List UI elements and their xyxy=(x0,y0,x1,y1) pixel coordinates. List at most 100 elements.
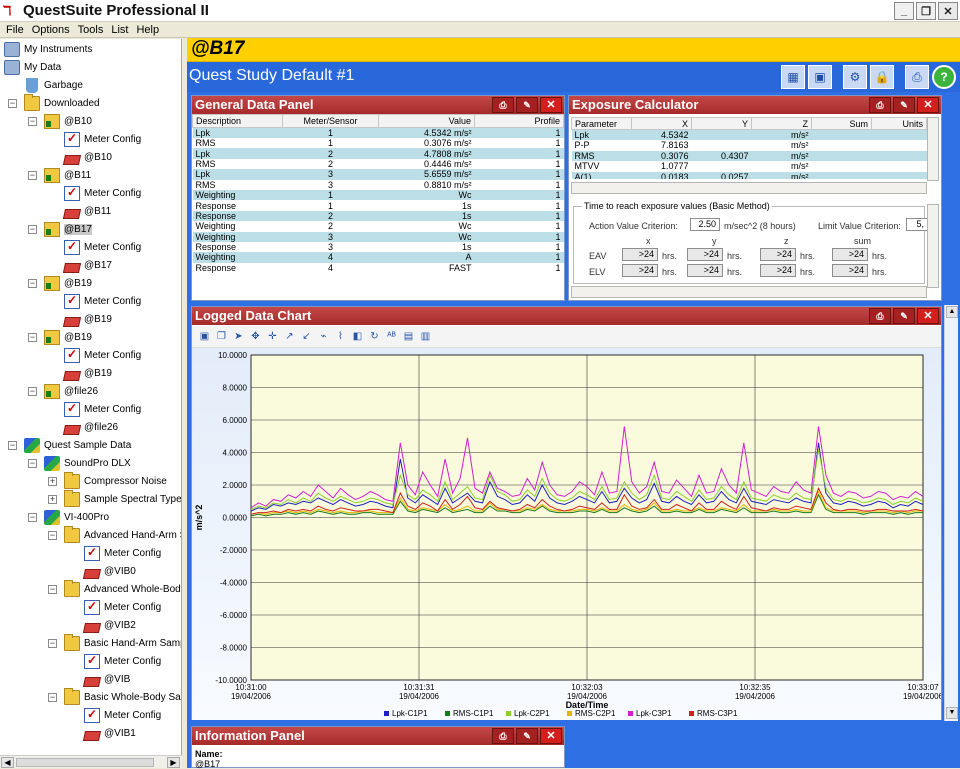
tree-node[interactable]: @B11 xyxy=(62,202,111,220)
exposure-table-vscroll[interactable] xyxy=(927,117,939,181)
panel-close-button[interactable]: ✕ xyxy=(917,308,939,324)
table-row[interactable]: Response 4 FAST 1 xyxy=(193,263,564,273)
exposure-group-vscroll[interactable] xyxy=(927,204,939,288)
table-row[interactable]: Weighting 1 Wc 1 xyxy=(192,189,564,201)
menu-tools[interactable]: Tools xyxy=(78,24,104,36)
tree-node[interactable]: Compressor Noise xyxy=(64,471,167,490)
tree-node[interactable]: Meter Config xyxy=(64,346,141,364)
panel-close-button[interactable]: ✕ xyxy=(917,97,939,113)
tree-node[interactable]: Meter Config xyxy=(84,706,161,724)
settings-icon[interactable]: ⚙ xyxy=(843,65,867,89)
navigation-tree[interactable]: My Instruments My Data Garbage Downloaded − @… xyxy=(0,39,182,755)
tree-node[interactable]: @B10 xyxy=(62,148,112,166)
label-icon[interactable]: ᴬᴮ xyxy=(385,330,398,343)
panel-close-button[interactable]: ✕ xyxy=(540,97,562,113)
column-header[interactable]: X xyxy=(631,117,692,130)
tree-node[interactable]: @B17 xyxy=(62,256,112,274)
refresh-icon[interactable]: ↻ xyxy=(368,330,381,343)
table-row[interactable]: Weighting 3 Wc 1 xyxy=(192,231,564,242)
column-header[interactable]: Y xyxy=(691,117,752,130)
column-header[interactable]: Sum xyxy=(811,117,872,130)
column-header[interactable]: Units xyxy=(871,117,927,130)
tree-node[interactable]: Sample Spectral Type 2 Da xyxy=(64,489,181,508)
close-window-button[interactable]: ✕ xyxy=(938,2,958,20)
column-header[interactable]: Value xyxy=(378,114,475,128)
panel-print-button[interactable]: ⎙ xyxy=(492,97,514,113)
tree-node[interactable]: @VIB xyxy=(82,670,130,688)
table-row[interactable]: RMS 1 0.3076 m/s² 1 xyxy=(193,138,564,148)
tree-node[interactable]: @file26 xyxy=(62,418,118,436)
expand-icon[interactable]: + xyxy=(48,477,57,486)
collapse-icon[interactable]: − xyxy=(48,693,57,702)
save-icon[interactable]: ▣ xyxy=(198,330,211,343)
tree-node[interactable]: Meter Config xyxy=(64,292,141,310)
tree-node[interactable]: @B17 xyxy=(44,220,92,238)
pointer-icon[interactable]: ➤ xyxy=(232,330,245,343)
print-icon[interactable]: ⎙ xyxy=(905,65,929,89)
panel-print-button[interactable]: ⎙ xyxy=(869,97,891,113)
tree-node[interactable]: Meter Config xyxy=(64,238,141,256)
table-row[interactable]: Response 1 1s 1 xyxy=(193,200,564,211)
column-header[interactable]: Meter/Sensor xyxy=(282,114,379,128)
scroll-down-button[interactable]: ▼ xyxy=(946,707,958,719)
panel-edit-button[interactable]: ✎ xyxy=(893,97,915,113)
expand-icon[interactable]: + xyxy=(48,495,57,504)
zoom-icon[interactable]: ↗ xyxy=(283,330,296,343)
axis-scale-icon[interactable]: ⌁ xyxy=(317,330,330,343)
lock-icon[interactable]: 🔒 xyxy=(870,65,894,89)
logged-data-chart[interactable]: 10.0000 8.0000 6.0000 4.0000 2.0000 0.0000 -2.… xyxy=(192,348,944,720)
tree-node[interactable]: Meter Config xyxy=(64,184,141,202)
tree-node[interactable]: @B19 xyxy=(62,364,112,382)
tree-node[interactable]: Advanced Hand-Arm Samp xyxy=(64,525,181,544)
tree-node[interactable]: My Instruments xyxy=(4,40,92,58)
export-icon[interactable]: ◧ xyxy=(351,330,364,343)
new-panel-icon[interactable]: ▦ xyxy=(781,65,805,89)
tree-node[interactable]: @B19 xyxy=(44,274,92,292)
panel-edit-button[interactable]: ✎ xyxy=(516,97,538,113)
tree-node[interactable]: Basic Hand-Arm Sample xyxy=(64,633,181,652)
tree-node[interactable]: Advanced Whole-Body Sa xyxy=(64,579,181,598)
properties-icon[interactable]: ▤ xyxy=(402,330,415,343)
panel-edit-button[interactable]: ✎ xyxy=(893,308,915,324)
collapse-icon[interactable]: − xyxy=(28,225,37,234)
column-header[interactable]: Z xyxy=(751,117,812,130)
layout-icon[interactable]: ▣ xyxy=(808,65,832,89)
panel-close-button[interactable]: ✕ xyxy=(540,728,562,744)
menu-options[interactable]: Options xyxy=(32,24,70,36)
exposure-group-hscroll[interactable] xyxy=(571,286,927,298)
tree-node[interactable]: SoundPro DLX xyxy=(44,454,131,472)
collapse-icon[interactable]: − xyxy=(28,333,37,342)
tree-node[interactable]: @file26 xyxy=(44,382,98,400)
table-row[interactable]: Lpk 1 4.5342 m/s² 1 xyxy=(192,127,564,138)
table-row[interactable]: Lpk 2 4.7808 m/s² 1 xyxy=(192,148,564,159)
maximize-button[interactable]: ❐ xyxy=(916,2,936,20)
tree-node[interactable]: Meter Config xyxy=(84,544,161,562)
collapse-icon[interactable]: − xyxy=(28,279,37,288)
menu-help[interactable]: Help xyxy=(136,24,159,36)
tree-node[interactable]: @VIB0 xyxy=(82,562,136,580)
collapse-icon[interactable]: − xyxy=(48,585,57,594)
table-row[interactable]: Response 2 1s 1 xyxy=(192,210,564,222)
tree-horizontal-scrollbar[interactable]: ◀ ▶ xyxy=(0,755,182,768)
main-vertical-scrollbar[interactable]: ▲ ▼ xyxy=(944,305,958,721)
panel-print-button[interactable]: ⎙ xyxy=(869,308,891,324)
tree-node[interactable]: @VIB2 xyxy=(82,616,136,634)
collapse-icon[interactable]: − xyxy=(28,513,37,522)
tree-node[interactable]: @B19 xyxy=(44,328,92,346)
collapse-icon[interactable]: − xyxy=(28,171,37,180)
scroll-right-button[interactable]: ▶ xyxy=(167,757,180,768)
tree-node[interactable]: Garbage xyxy=(24,76,83,94)
tree-node[interactable]: Meter Config xyxy=(64,130,141,148)
tree-node[interactable]: @B19 xyxy=(62,310,112,328)
minimize-button[interactable]: _ xyxy=(894,2,914,20)
table-row[interactable]: A(1) 0.0183 0.0257 m/s² xyxy=(571,171,927,179)
scroll-up-button[interactable]: ▲ xyxy=(946,306,958,318)
axis-fit-icon[interactable]: ⌇ xyxy=(334,330,347,343)
table-row[interactable]: Response 3 1s 1 xyxy=(193,242,564,252)
tree-node[interactable]: Basic Whole-Body Sample xyxy=(64,687,181,706)
tree-node[interactable]: Meter Config xyxy=(84,652,161,670)
scroll-left-button[interactable]: ◀ xyxy=(1,757,14,768)
collapse-icon[interactable]: − xyxy=(8,441,17,450)
menu-list[interactable]: List xyxy=(111,24,128,36)
move-icon[interactable]: ✛ xyxy=(266,330,279,343)
